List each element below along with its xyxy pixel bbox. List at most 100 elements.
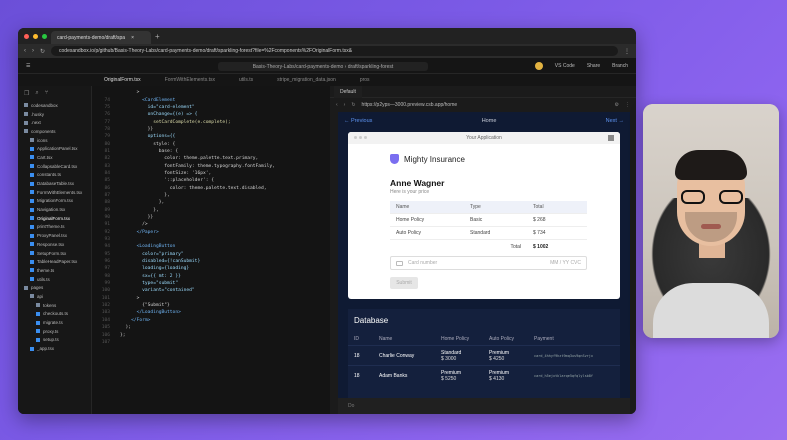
preview-forward-icon[interactable]: › — [344, 102, 346, 108]
code-editor[interactable]: >74 <CardElement 75 id="card-element" 76 o… — [92, 86, 330, 414]
sidebar-folder[interactable]: pages — [18, 283, 91, 292]
sidebar-folder[interactable]: api — [18, 292, 91, 301]
forward-icon[interactable]: › — [32, 48, 34, 54]
new-tab-icon[interactable]: + — [155, 32, 160, 41]
git-icon[interactable]: ⑂ — [45, 90, 49, 97]
preview-settings-icon[interactable]: ⚙ — [615, 102, 619, 108]
card-placeholder: Card number — [408, 260, 438, 266]
sidebar-file[interactable]: TableHeadPaper.tsx — [18, 257, 91, 266]
sidebar-file[interactable]: CollapsableCard.tsx — [18, 162, 91, 171]
sidebar-file[interactable]: migrate.ts — [18, 318, 91, 327]
browser-tab[interactable]: card-payments-demo/draft/spa × — [51, 31, 151, 44]
previous-link[interactable]: ← Previous — [344, 118, 372, 124]
sidebar-folder[interactable]: .next — [18, 118, 91, 127]
code-text: sx={{ mt: 2 }} — [120, 273, 181, 279]
file-tab[interactable]: OriginalForm.tsx — [92, 77, 153, 83]
sidebar-file[interactable]: constants.ts — [18, 171, 91, 180]
code-line: 93 — [92, 236, 330, 243]
sidebar-file[interactable]: proxy.ts — [18, 327, 91, 336]
code-line: 74 <CardElement — [92, 96, 330, 103]
sidebar-file[interactable]: ApplicationPanel.tsx — [18, 144, 91, 153]
share-button[interactable]: Share — [587, 63, 600, 69]
line-number: 103 — [101, 310, 110, 316]
submit-button[interactable]: Submit — [390, 277, 418, 289]
database-title: Database — [354, 316, 389, 325]
sidebar-file[interactable]: ProxyPanel.tsx — [18, 231, 91, 240]
sidebar-file[interactable]: theme.ts — [18, 266, 91, 275]
sidebar-folder[interactable]: icons — [18, 136, 91, 145]
sidebar-file[interactable]: setup.ts — [18, 336, 91, 345]
close-window-icon[interactable] — [24, 33, 29, 39]
sidebar-file[interactable]: _app.tsx — [18, 344, 91, 353]
expiry-cvc-placeholder: MM / YY CVC — [550, 260, 581, 266]
sidebar-file[interactable]: utils.ts — [18, 275, 91, 284]
back-icon[interactable]: ‹ — [24, 48, 26, 54]
app-expand-icon[interactable] — [608, 135, 614, 141]
code-line: 83 fontFamily: theme.typography.fontFami… — [92, 162, 330, 169]
line-number: 77 — [104, 119, 110, 125]
preview-url[interactable]: https://p2yps—3000.preview.csb.app/home — [362, 102, 609, 108]
sidebar-item-label: migrate.ts — [43, 320, 63, 326]
code-line: 98 sx={{ mt: 2 }} — [92, 273, 330, 280]
branch-button[interactable]: Branch — [612, 63, 628, 69]
sidebar-folder[interactable]: codesandbox — [18, 101, 91, 110]
repo-breadcrumb[interactable]: Basis-Theory-Labs/card-payments-demo › d… — [218, 62, 428, 71]
sidebar-file[interactable]: Navigation.tsx — [18, 205, 91, 214]
menu-icon[interactable]: ☰ — [26, 63, 30, 69]
database-header: ID Name Home Policy Auto Policy Payment — [354, 335, 554, 342]
search-icon[interactable]: ⌕ — [35, 90, 38, 97]
url-field[interactable]: codesandbox.io/p/github/Basis-Theory-Lab… — [51, 46, 618, 56]
preview-console[interactable]: Do — [338, 398, 630, 414]
code-text: loading={loading} — [120, 266, 190, 272]
vscode-button[interactable]: VS Code — [555, 63, 575, 69]
price-table: Name Type Total Home Policy Basic $ 268 … — [390, 201, 587, 253]
preview-more-icon[interactable]: ⋮ — [625, 102, 630, 108]
explorer-icon[interactable]: ❐ — [24, 90, 29, 97]
file-tab[interactable]: stripe_migration_data.json — [265, 77, 348, 83]
minimize-window-icon[interactable] — [33, 33, 38, 39]
file-icon — [30, 277, 34, 282]
sidebar-file[interactable]: Response.tsx — [18, 240, 91, 249]
line-number: 74 — [104, 97, 110, 103]
file-tab[interactable]: pros — [348, 77, 382, 83]
table-row: Auto Policy Standard $ 734 — [390, 227, 587, 240]
sidebar-file[interactable]: OriginalForm.tsx — [18, 214, 91, 223]
code-text: color: theme.palette.text.primary, — [120, 156, 259, 162]
code-text: </Form> — [120, 317, 151, 323]
sidebar-folder[interactable]: tokens — [18, 301, 91, 310]
line-number: 107 — [101, 339, 110, 345]
sidebar-file[interactable]: printTheme.ts — [18, 223, 91, 232]
preview-back-icon[interactable]: ‹ — [336, 102, 338, 108]
card-number-input[interactable]: Card number MM / YY CVC — [390, 256, 587, 270]
maximize-window-icon[interactable] — [42, 33, 47, 39]
file-tab[interactable]: utils.ts — [227, 77, 265, 83]
preview-reload-icon[interactable]: ↻ — [351, 102, 355, 108]
sidebar-item-label: OriginalForm.tsx — [37, 215, 71, 221]
table-row: 18 Charlie Conway Standard $ 3000 Premium $ 4… — [348, 345, 620, 365]
sidebar-folder[interactable]: .husky — [18, 110, 91, 119]
code-text: '::placeholder': { — [120, 178, 215, 184]
sidebar-file[interactable]: MigrationForm.tsx — [18, 197, 91, 206]
sidebar-file[interactable]: SetupForm.tsx — [18, 249, 91, 258]
file-icon — [36, 337, 40, 342]
user-avatar[interactable] — [534, 61, 543, 70]
extensions-icon[interactable]: ⋮ — [624, 48, 630, 55]
reload-icon[interactable]: ↻ — [40, 48, 45, 55]
sidebar-file[interactable]: DatabaseTable.tsx — [18, 179, 91, 188]
preview-tab[interactable]: Default — [334, 85, 362, 98]
sidebar-item-label: components — [31, 128, 56, 134]
sidebar-file[interactable]: Cart.tsx — [18, 153, 91, 162]
close-tab-icon[interactable]: × — [131, 35, 134, 41]
code-line: 77 setCardComplete(e.complete); — [92, 118, 330, 125]
next-link[interactable]: Next → — [606, 118, 624, 124]
sidebar-folder[interactable]: components — [18, 127, 91, 136]
file-tab[interactable]: FormWithElements.tsx — [153, 77, 227, 83]
line-number: 84 — [104, 170, 110, 176]
row-name: Charlie Conway — [379, 352, 415, 359]
line-number: 100 — [101, 288, 110, 294]
sidebar-file[interactable]: checkouts.ts — [18, 310, 91, 319]
code-text: id="card-element" — [120, 104, 195, 110]
file-icon — [36, 329, 40, 334]
sidebar-file[interactable]: FormWithElements.tsx — [18, 188, 91, 197]
code-text: </Paper> — [120, 229, 159, 235]
